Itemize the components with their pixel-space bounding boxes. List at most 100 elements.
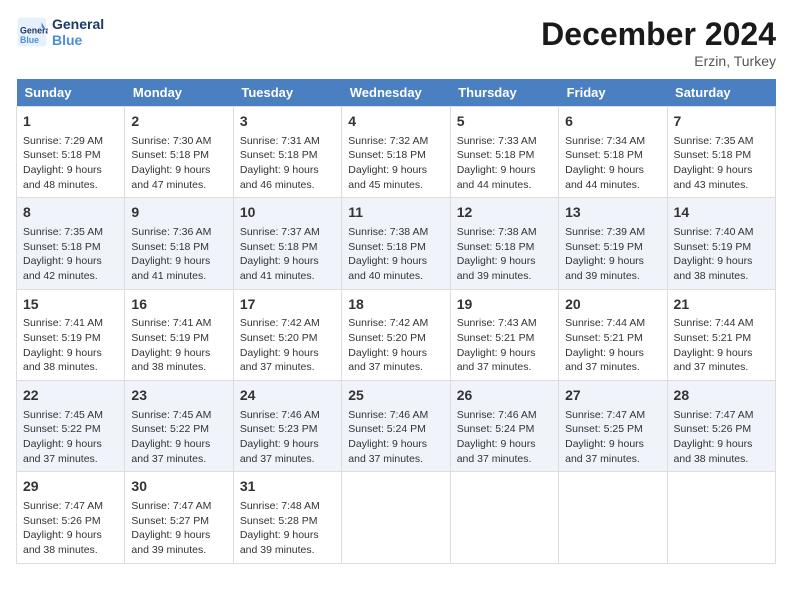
calendar-cell: 5Sunrise: 7:33 AMSunset: 5:18 PMDaylight… [450, 107, 558, 198]
day-number: 25 [348, 386, 443, 406]
col-header-wednesday: Wednesday [342, 79, 450, 107]
calendar-week-row: 29Sunrise: 7:47 AMSunset: 5:26 PMDayligh… [17, 472, 776, 563]
day-info: Sunrise: 7:30 AMSunset: 5:18 PMDaylight:… [131, 134, 226, 193]
calendar-cell: 18Sunrise: 7:42 AMSunset: 5:20 PMDayligh… [342, 289, 450, 380]
day-number: 1 [23, 112, 118, 132]
calendar-cell: 16Sunrise: 7:41 AMSunset: 5:19 PMDayligh… [125, 289, 233, 380]
day-info: Sunrise: 7:33 AMSunset: 5:18 PMDaylight:… [457, 134, 552, 193]
calendar-cell: 20Sunrise: 7:44 AMSunset: 5:21 PMDayligh… [559, 289, 667, 380]
calendar-cell: 4Sunrise: 7:32 AMSunset: 5:18 PMDaylight… [342, 107, 450, 198]
day-info: Sunrise: 7:42 AMSunset: 5:20 PMDaylight:… [240, 316, 335, 375]
day-number: 13 [565, 203, 660, 223]
day-info: Sunrise: 7:42 AMSunset: 5:20 PMDaylight:… [348, 316, 443, 375]
day-info: Sunrise: 7:46 AMSunset: 5:24 PMDaylight:… [348, 408, 443, 467]
day-number: 23 [131, 386, 226, 406]
calendar-cell: 11Sunrise: 7:38 AMSunset: 5:18 PMDayligh… [342, 198, 450, 289]
calendar-cell: 30Sunrise: 7:47 AMSunset: 5:27 PMDayligh… [125, 472, 233, 563]
col-header-tuesday: Tuesday [233, 79, 341, 107]
calendar-cell: 15Sunrise: 7:41 AMSunset: 5:19 PMDayligh… [17, 289, 125, 380]
calendar-week-row: 8Sunrise: 7:35 AMSunset: 5:18 PMDaylight… [17, 198, 776, 289]
calendar-cell: 9Sunrise: 7:36 AMSunset: 5:18 PMDaylight… [125, 198, 233, 289]
calendar-table: SundayMondayTuesdayWednesdayThursdayFrid… [16, 79, 776, 564]
calendar-cell: 25Sunrise: 7:46 AMSunset: 5:24 PMDayligh… [342, 381, 450, 472]
calendar-cell: 13Sunrise: 7:39 AMSunset: 5:19 PMDayligh… [559, 198, 667, 289]
day-number: 14 [674, 203, 769, 223]
svg-text:Blue: Blue [20, 35, 39, 45]
day-number: 11 [348, 203, 443, 223]
calendar-cell: 6Sunrise: 7:34 AMSunset: 5:18 PMDaylight… [559, 107, 667, 198]
day-info: Sunrise: 7:44 AMSunset: 5:21 PMDaylight:… [565, 316, 660, 375]
day-info: Sunrise: 7:45 AMSunset: 5:22 PMDaylight:… [131, 408, 226, 467]
day-info: Sunrise: 7:46 AMSunset: 5:23 PMDaylight:… [240, 408, 335, 467]
day-info: Sunrise: 7:47 AMSunset: 5:26 PMDaylight:… [23, 499, 118, 558]
calendar-cell: 8Sunrise: 7:35 AMSunset: 5:18 PMDaylight… [17, 198, 125, 289]
calendar-cell: 28Sunrise: 7:47 AMSunset: 5:26 PMDayligh… [667, 381, 775, 472]
day-info: Sunrise: 7:38 AMSunset: 5:18 PMDaylight:… [457, 225, 552, 284]
day-info: Sunrise: 7:35 AMSunset: 5:18 PMDaylight:… [674, 134, 769, 193]
day-info: Sunrise: 7:48 AMSunset: 5:28 PMDaylight:… [240, 499, 335, 558]
calendar-cell: 22Sunrise: 7:45 AMSunset: 5:22 PMDayligh… [17, 381, 125, 472]
day-number: 16 [131, 295, 226, 315]
day-number: 10 [240, 203, 335, 223]
calendar-cell: 3Sunrise: 7:31 AMSunset: 5:18 PMDaylight… [233, 107, 341, 198]
day-number: 3 [240, 112, 335, 132]
day-number: 6 [565, 112, 660, 132]
calendar-cell: 31Sunrise: 7:48 AMSunset: 5:28 PMDayligh… [233, 472, 341, 563]
calendar-week-row: 22Sunrise: 7:45 AMSunset: 5:22 PMDayligh… [17, 381, 776, 472]
calendar-cell: 12Sunrise: 7:38 AMSunset: 5:18 PMDayligh… [450, 198, 558, 289]
col-header-sunday: Sunday [17, 79, 125, 107]
day-number: 17 [240, 295, 335, 315]
day-number: 9 [131, 203, 226, 223]
calendar-cell: 1Sunrise: 7:29 AMSunset: 5:18 PMDaylight… [17, 107, 125, 198]
day-info: Sunrise: 7:45 AMSunset: 5:22 PMDaylight:… [23, 408, 118, 467]
calendar-title: December 2024 [541, 16, 776, 53]
day-number: 22 [23, 386, 118, 406]
day-number: 24 [240, 386, 335, 406]
day-number: 8 [23, 203, 118, 223]
logo-general: General [52, 16, 104, 32]
day-info: Sunrise: 7:43 AMSunset: 5:21 PMDaylight:… [457, 316, 552, 375]
day-number: 30 [131, 477, 226, 497]
calendar-cell: 10Sunrise: 7:37 AMSunset: 5:18 PMDayligh… [233, 198, 341, 289]
day-info: Sunrise: 7:47 AMSunset: 5:25 PMDaylight:… [565, 408, 660, 467]
calendar-cell [667, 472, 775, 563]
calendar-cell: 24Sunrise: 7:46 AMSunset: 5:23 PMDayligh… [233, 381, 341, 472]
day-info: Sunrise: 7:47 AMSunset: 5:26 PMDaylight:… [674, 408, 769, 467]
calendar-header-row: SundayMondayTuesdayWednesdayThursdayFrid… [17, 79, 776, 107]
calendar-cell [559, 472, 667, 563]
day-number: 26 [457, 386, 552, 406]
calendar-cell: 23Sunrise: 7:45 AMSunset: 5:22 PMDayligh… [125, 381, 233, 472]
calendar-week-row: 1Sunrise: 7:29 AMSunset: 5:18 PMDaylight… [17, 107, 776, 198]
calendar-subtitle: Erzin, Turkey [541, 53, 776, 69]
day-info: Sunrise: 7:46 AMSunset: 5:24 PMDaylight:… [457, 408, 552, 467]
calendar-cell: 7Sunrise: 7:35 AMSunset: 5:18 PMDaylight… [667, 107, 775, 198]
col-header-thursday: Thursday [450, 79, 558, 107]
page-header: General Blue General Blue December 2024 … [16, 16, 776, 69]
calendar-cell [450, 472, 558, 563]
calendar-cell: 17Sunrise: 7:42 AMSunset: 5:20 PMDayligh… [233, 289, 341, 380]
day-info: Sunrise: 7:40 AMSunset: 5:19 PMDaylight:… [674, 225, 769, 284]
calendar-cell: 14Sunrise: 7:40 AMSunset: 5:19 PMDayligh… [667, 198, 775, 289]
day-number: 31 [240, 477, 335, 497]
calendar-cell: 21Sunrise: 7:44 AMSunset: 5:21 PMDayligh… [667, 289, 775, 380]
day-info: Sunrise: 7:38 AMSunset: 5:18 PMDaylight:… [348, 225, 443, 284]
calendar-cell: 19Sunrise: 7:43 AMSunset: 5:21 PMDayligh… [450, 289, 558, 380]
col-header-monday: Monday [125, 79, 233, 107]
day-number: 2 [131, 112, 226, 132]
day-info: Sunrise: 7:39 AMSunset: 5:19 PMDaylight:… [565, 225, 660, 284]
col-header-saturday: Saturday [667, 79, 775, 107]
day-info: Sunrise: 7:44 AMSunset: 5:21 PMDaylight:… [674, 316, 769, 375]
day-info: Sunrise: 7:41 AMSunset: 5:19 PMDaylight:… [131, 316, 226, 375]
day-info: Sunrise: 7:29 AMSunset: 5:18 PMDaylight:… [23, 134, 118, 193]
day-number: 27 [565, 386, 660, 406]
day-number: 21 [674, 295, 769, 315]
day-info: Sunrise: 7:37 AMSunset: 5:18 PMDaylight:… [240, 225, 335, 284]
day-number: 12 [457, 203, 552, 223]
calendar-cell [342, 472, 450, 563]
day-number: 29 [23, 477, 118, 497]
logo-blue: Blue [52, 32, 104, 48]
day-number: 7 [674, 112, 769, 132]
calendar-cell: 27Sunrise: 7:47 AMSunset: 5:25 PMDayligh… [559, 381, 667, 472]
day-info: Sunrise: 7:32 AMSunset: 5:18 PMDaylight:… [348, 134, 443, 193]
day-number: 28 [674, 386, 769, 406]
